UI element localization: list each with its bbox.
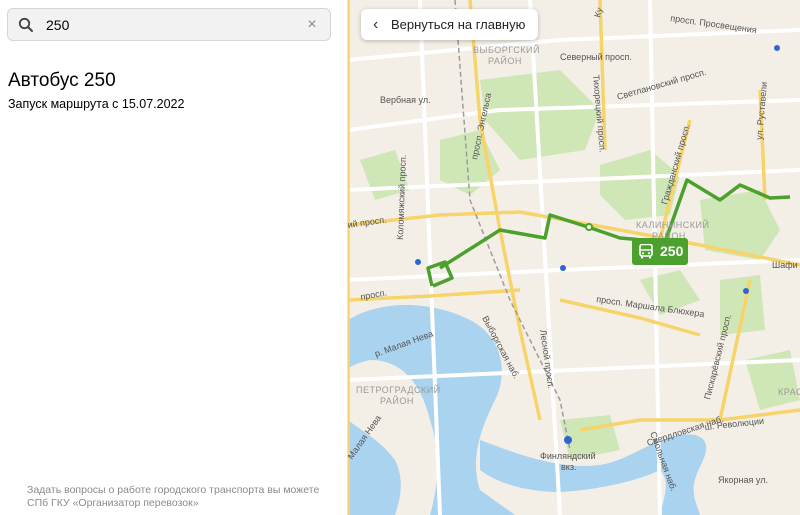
svg-text:ПЕТРОГРАДСКИЙ: ПЕТРОГРАДСКИЙ [356, 384, 441, 395]
route-badge[interactable]: 250 [632, 238, 688, 265]
route-number: 250 [660, 243, 684, 259]
svg-text:РАЙОН: РАЙОН [488, 55, 522, 66]
map-canvas[interactable]: ВЫБОРГСКИЙ РАЙОН КАЛИНИНСКИЙ РАЙОН ПЕТРО… [348, 0, 800, 515]
map-view[interactable]: ВЫБОРГСКИЙ РАЙОН КАЛИНИНСКИЙ РАЙОН ПЕТРО… [348, 0, 800, 515]
svg-text:Лесной просп.: Лесной просп. [538, 329, 556, 389]
svg-text:Северный просп.: Северный просп. [560, 52, 632, 62]
search-input[interactable] [46, 15, 296, 35]
route-start-date: Запуск маршрута с 15.07.2022 [8, 97, 185, 111]
clear-icon[interactable]: × [303, 16, 321, 34]
search-icon [18, 17, 33, 32]
svg-text:Шафи: Шафи [772, 260, 798, 270]
svg-text:Ку: Ку [592, 6, 604, 18]
route-title: Автобус 250 [8, 70, 116, 91]
svg-text:Вербная ул.: Вербная ул. [380, 95, 431, 105]
side-panel: × Автобус 250 Запуск маршрута с 15.07.20… [0, 0, 348, 515]
svg-text:КРАС: КРАС [778, 387, 800, 397]
svg-text:Якорная ул.: Якорная ул. [718, 475, 768, 485]
footer-note: Задать вопросы о работе городского транс… [27, 484, 320, 509]
svg-text:вкз.: вкз. [561, 462, 576, 472]
svg-text:РАЙОН: РАЙОН [380, 395, 414, 406]
back-button-label: Вернуться на главную [391, 17, 526, 32]
svg-text:Финляндский: Финляндский [540, 451, 596, 461]
rivers [348, 305, 707, 515]
svg-text:ВЫБОРГСКИЙ: ВЫБОРГСКИЙ [473, 44, 540, 55]
svg-text:ий просп.: ий просп. [348, 215, 387, 230]
bus-icon [639, 244, 653, 259]
svg-text:Коломяжский просп.: Коломяжский просп. [395, 155, 408, 241]
chevron-left-icon: ‹ [373, 16, 379, 33]
route-stop[interactable] [585, 223, 593, 231]
svg-text:КАЛИНИНСКИЙ: КАЛИНИНСКИЙ [636, 219, 709, 230]
svg-text:Светлановский просп.: Светлановский просп. [616, 67, 708, 102]
back-to-main-button[interactable]: ‹ Вернуться на главную [361, 9, 539, 40]
svg-text:ул. Руставели: ул. Руставели [754, 81, 769, 140]
search-box[interactable]: × [7, 8, 331, 41]
